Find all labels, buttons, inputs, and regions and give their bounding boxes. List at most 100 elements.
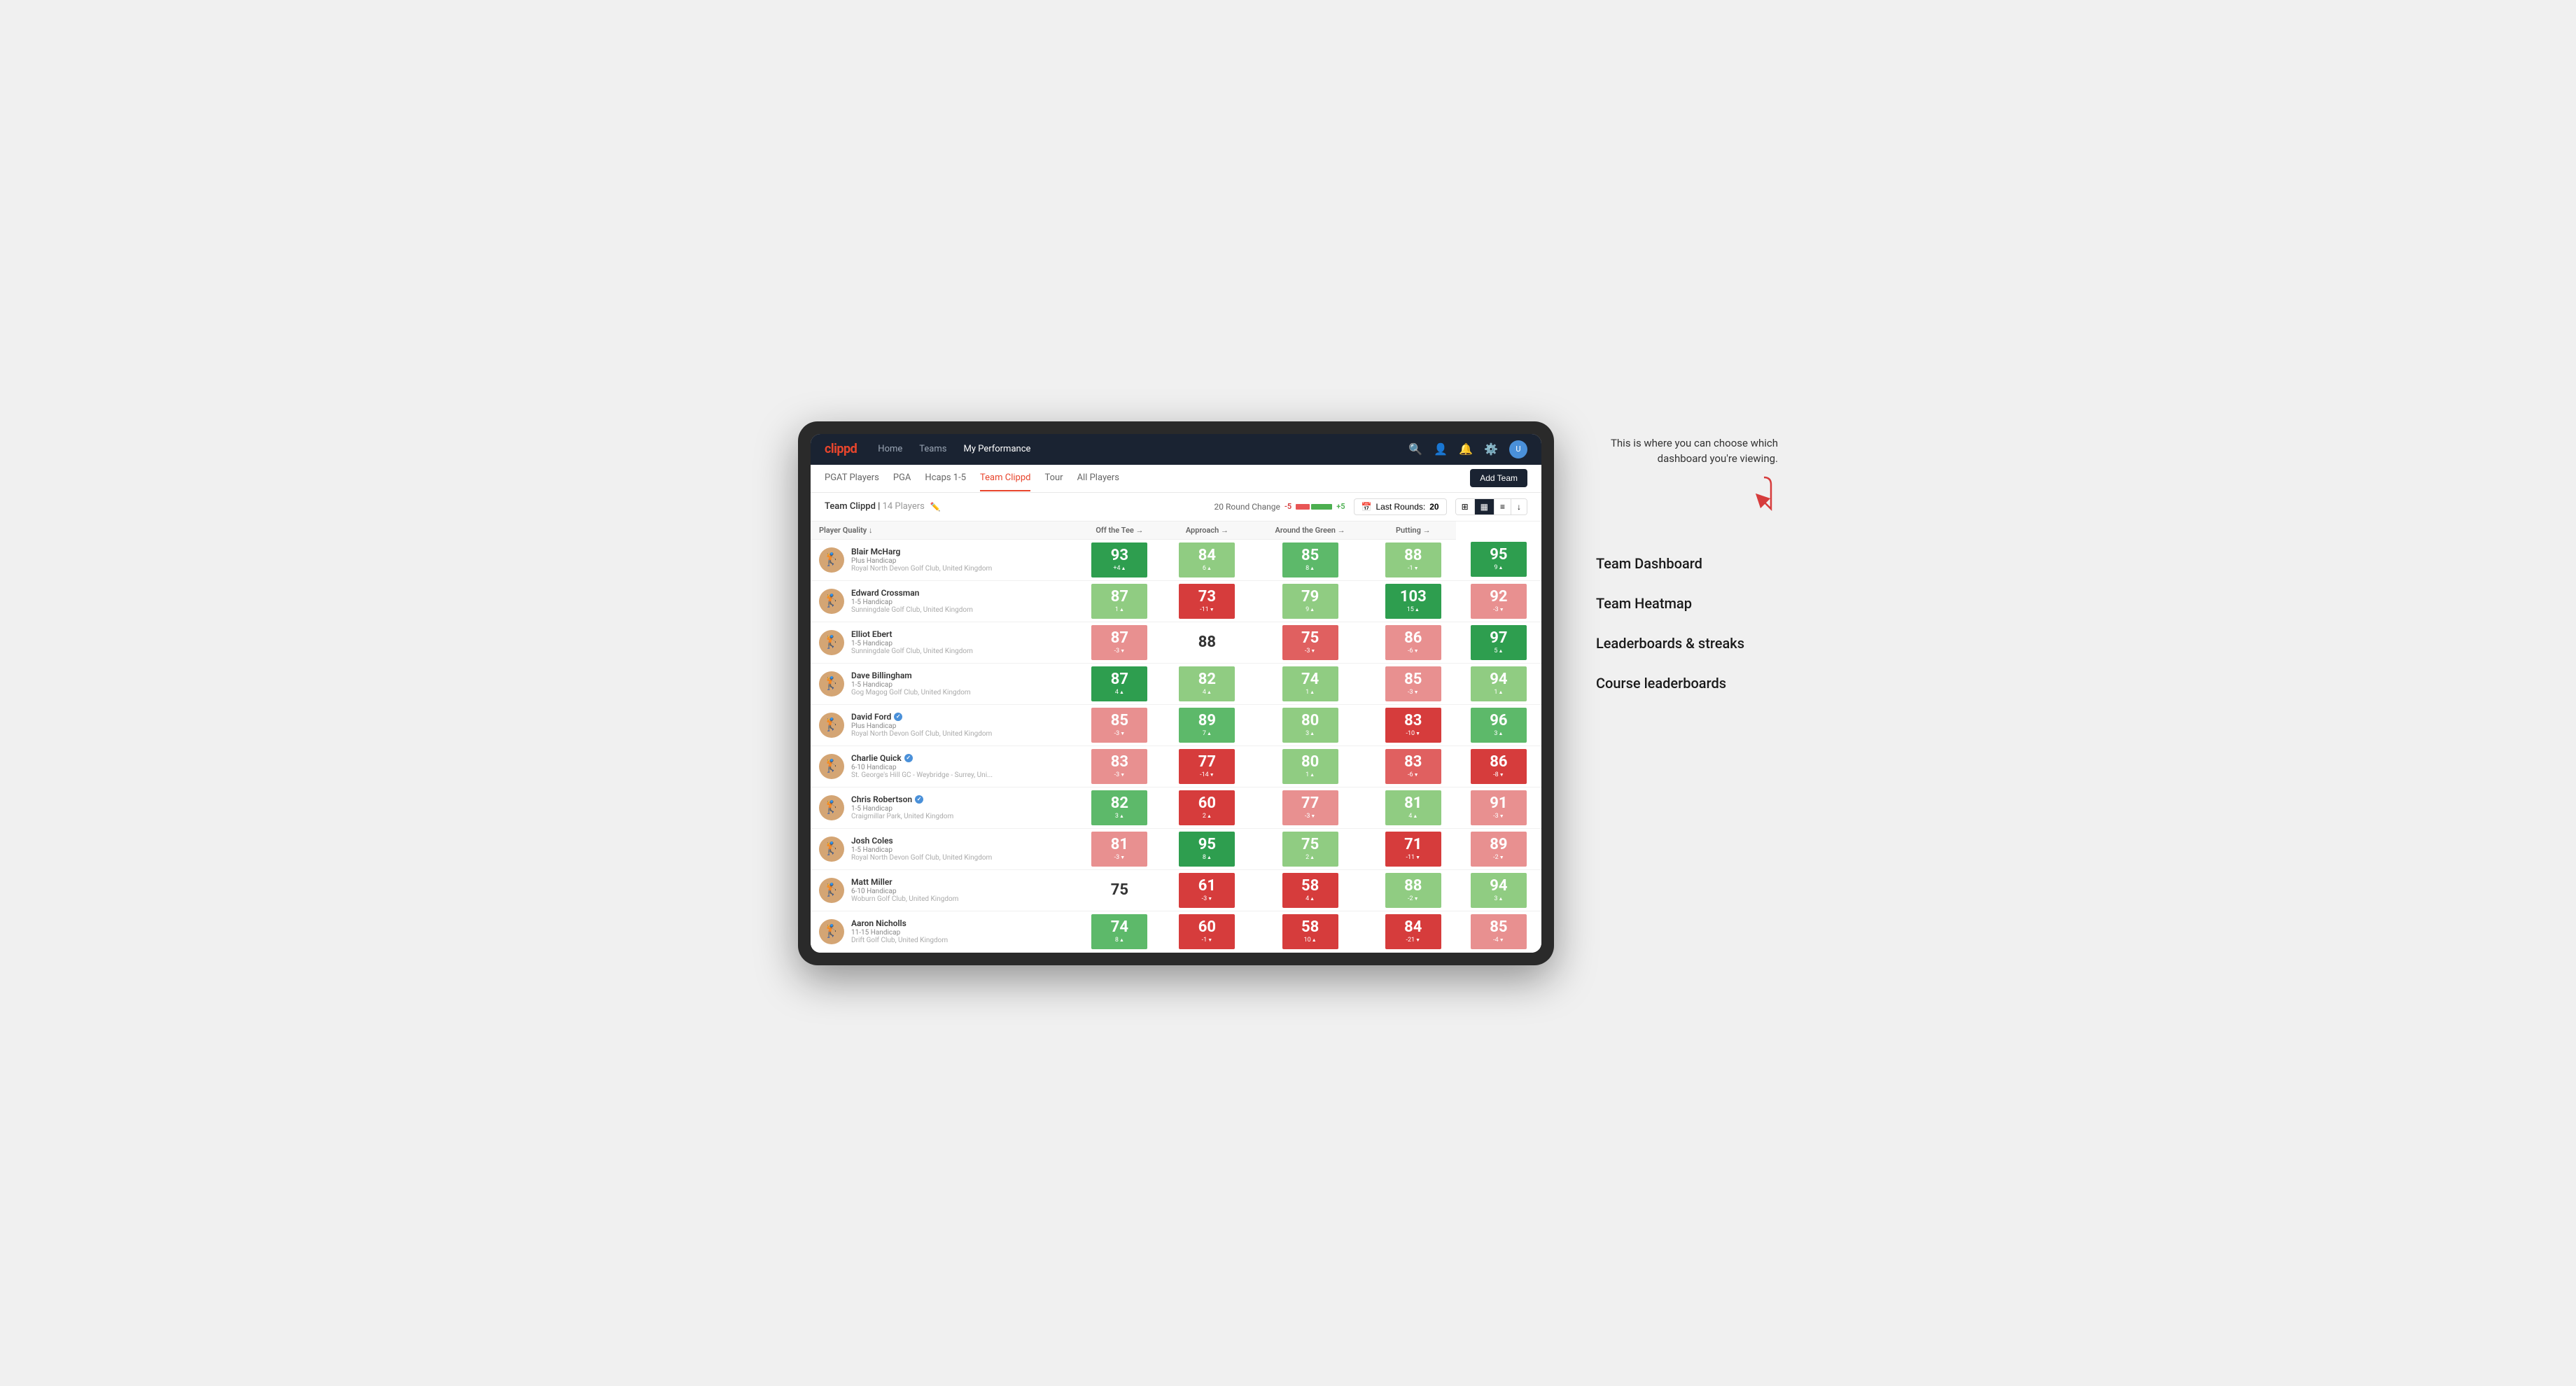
nav-link-home[interactable]: Home [878,441,902,457]
player-cell[interactable]: 🏌 Chris Robertson ✓ 1-5 Handicap Craigmi… [811,789,1074,826]
user-icon[interactable]: 👤 [1434,442,1448,456]
score-box: 87 -3▼ [1091,625,1147,660]
player-cell[interactable]: 🏌 Blair McHarg Plus Handicap Royal North… [811,541,1074,578]
view-download-btn[interactable]: ↓ [1511,499,1527,514]
score-box: 60 -1▼ [1179,914,1235,949]
col-approach[interactable]: Approach → [1164,522,1250,540]
table-row: 🏌 Chris Robertson ✓ 1-5 Handicap Craigmi… [811,787,1541,828]
score-cell: 85 8▲ [1250,539,1370,580]
subnav-all-players[interactable]: All Players [1077,465,1119,491]
col-player-quality[interactable]: Player Quality ↓ [811,522,1074,540]
score-change: 8▲ [1203,854,1212,861]
view-heatmap-btn[interactable]: ≡ [1494,499,1511,514]
score-box: 89 7▲ [1179,708,1235,743]
score-cell: 80 3▲ [1250,704,1370,746]
table-row: 🏌 Matt Miller 6-10 Handicap Woburn Golf … [811,869,1541,911]
score-cell: 89 -2▼ [1456,828,1541,869]
score-value: 77 [1301,796,1319,811]
score-value: 92 [1490,589,1507,605]
bar-green [1311,504,1332,510]
score-box: 88 -2▼ [1385,873,1441,908]
score-cell: 86 -8▼ [1456,746,1541,787]
score-box: 75 2▲ [1282,832,1338,867]
view-table-btn[interactable]: ▦ [1475,499,1494,514]
score-cell: 85 -3▼ [1371,663,1456,704]
score-box: 103 15▲ [1385,584,1441,619]
score-box-wrapper: 84 -21▼ [1373,914,1453,949]
score-box-wrapper: 103 15▲ [1373,584,1453,619]
score-value: 86 [1404,631,1422,646]
score-box-wrapper: 73 -11▼ [1167,584,1247,619]
player-cell[interactable]: 🏌 Elliot Ebert 1-5 Handicap Sunningdale … [811,624,1074,661]
score-change: 8▲ [1115,937,1124,944]
score-value: 103 [1400,589,1427,605]
score-value: 96 [1490,713,1507,729]
subnav-pga[interactable]: PGA [893,465,911,491]
annotation-item-3: Leaderboards & streaks [1596,624,1778,664]
nav-logo[interactable]: clippd [825,442,857,456]
player-name: Edward Crossman [851,588,1066,598]
player-cell[interactable]: 🏌 Charlie Quick ✓ 6-10 Handicap St. Geor… [811,748,1074,785]
score-box-wrapper: 87 1▲ [1077,584,1161,619]
annotation-item-2: Team Heatmap [1596,584,1778,624]
score-cell: 79 9▲ [1250,580,1370,622]
annotation-item-4: Course leaderboards [1596,664,1778,704]
player-cell[interactable]: 🏌 David Ford ✓ Plus Handicap Royal North… [811,706,1074,743]
view-grid-btn[interactable]: ⊞ [1456,499,1475,514]
score-cell: 74 1▲ [1250,663,1370,704]
player-cell[interactable]: 🏌 Josh Coles 1-5 Handicap Royal North De… [811,830,1074,867]
col-off-tee[interactable]: Off the Tee → [1074,522,1164,540]
subnav-pgat[interactable]: PGAT Players [825,465,879,491]
score-box-wrapper: 86 -6▼ [1373,625,1453,660]
score-box-wrapper: 85 -3▼ [1373,666,1453,701]
player-cell[interactable]: 🏌 Aaron Nicholls 11-15 Handicap Drift Go… [811,913,1074,950]
settings-icon[interactable]: ⚙️ [1484,442,1498,456]
player-name: Charlie Quick ✓ [851,753,1066,763]
nav-link-performance[interactable]: My Performance [963,441,1030,457]
player-name: Dave Billingham [851,671,1066,680]
score-box: 83 -10▼ [1385,708,1441,743]
score-cell: 75 [1074,869,1164,911]
bell-icon[interactable]: 🔔 [1459,442,1473,456]
player-cell[interactable]: 🏌 Dave Billingham 1-5 Handicap Gog Magog… [811,665,1074,702]
avatar[interactable]: U [1509,440,1527,458]
player-club: Royal North Devon Golf Club, United King… [851,854,1066,862]
score-box-wrapper: 95 8▲ [1167,832,1247,867]
score-box-wrapper: 94 1▲ [1459,666,1539,701]
score-value: 83 [1404,713,1422,729]
col-putting[interactable]: Putting → [1371,522,1456,540]
subnav-tour[interactable]: Tour [1044,465,1063,491]
player-avatar: 🏌 [819,547,844,573]
player-handicap: 1-5 Handicap [851,805,1066,813]
nav-bar: clippd Home Teams My Performance 🔍 👤 🔔 ⚙… [811,434,1541,465]
player-cell[interactable]: 🏌 Edward Crossman 1-5 Handicap Sunningda… [811,582,1074,620]
add-team-button[interactable]: Add Team [1470,469,1527,487]
col-around-green[interactable]: Around the Green → [1250,522,1370,540]
player-handicap: Plus Handicap [851,557,1066,565]
score-cell: 83 -6▼ [1371,746,1456,787]
verified-badge: ✓ [915,795,923,804]
round-change-label: 20 Round Change [1214,502,1280,512]
score-cell: 95 8▲ [1164,828,1250,869]
score-change: -11▼ [1200,606,1214,613]
subnav-team-clippd[interactable]: Team Clippd [980,465,1030,491]
score-change: 1▲ [1494,689,1503,696]
search-icon[interactable]: 🔍 [1408,442,1422,456]
score-change: 3▲ [1494,730,1503,737]
score-value: 94 [1490,672,1507,687]
player-info: Josh Coles 1-5 Handicap Royal North Devo… [851,836,1066,862]
score-value: 87 [1111,631,1128,646]
score-value: 89 [1490,837,1507,853]
score-value: 88 [1404,548,1422,564]
score-change: 1▲ [1306,689,1315,696]
player-handicap: Plus Handicap [851,722,1066,730]
score-box: 89 -2▼ [1471,832,1527,867]
score-change: 3▲ [1494,895,1503,902]
last-rounds-button[interactable]: 📅 Last Rounds: 20 [1354,498,1447,515]
score-change: -3▼ [1202,895,1212,902]
nav-link-teams[interactable]: Teams [919,441,946,457]
player-cell[interactable]: 🏌 Matt Miller 6-10 Handicap Woburn Golf … [811,872,1074,909]
edit-icon[interactable]: ✏️ [930,502,941,512]
subnav-hcaps[interactable]: Hcaps 1-5 [925,465,966,491]
score-box: 83 -6▼ [1385,749,1441,784]
